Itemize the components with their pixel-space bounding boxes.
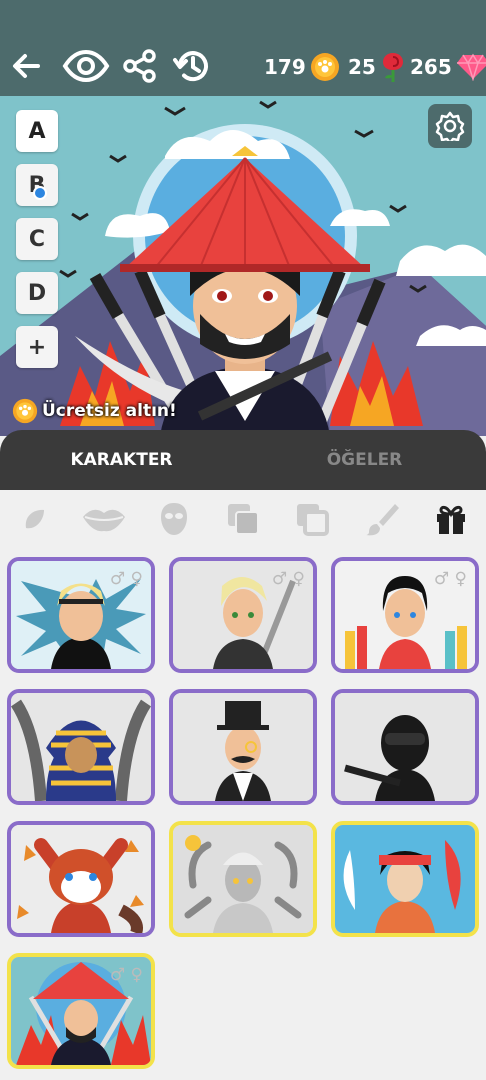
- gem-counter: 265: [410, 50, 486, 84]
- gender-icon: ♂ ♀: [109, 965, 143, 985]
- eye-icon[interactable]: [58, 42, 114, 90]
- tab-bar: KARAKTER ÖĞELER: [0, 430, 486, 490]
- free-gold-button[interactable]: Ücretsiz altın!: [12, 396, 177, 426]
- gender-icon: ♂ ♀: [433, 569, 467, 589]
- character-card-koi-geisha[interactable]: [331, 821, 479, 937]
- slot-c-button[interactable]: C: [16, 218, 58, 260]
- gear-icon: [435, 111, 465, 141]
- gender-icon: ♂ ♀: [271, 569, 305, 589]
- add-slot-button[interactable]: +: [16, 326, 58, 368]
- character-card-swat-soldier[interactable]: [331, 689, 479, 805]
- rose-icon: [382, 53, 403, 82]
- character-card-ice-spiky[interactable]: ♂ ♀: [7, 557, 155, 673]
- gem-count: 265: [410, 55, 452, 79]
- slot-b-button[interactable]: B: [16, 164, 58, 206]
- rose-count: 25: [348, 55, 376, 79]
- character-card-gentleman[interactable]: [169, 689, 317, 805]
- gem-icon: [456, 53, 486, 81]
- character-card-red-panda[interactable]: [7, 821, 155, 937]
- coin-count: 179: [264, 55, 306, 79]
- coin-icon: [12, 398, 38, 424]
- character-preview: [0, 96, 486, 436]
- brush-icon[interactable]: [359, 496, 405, 542]
- character-card-blonde-swordsman[interactable]: ♂ ♀: [169, 557, 317, 673]
- character-card-black-hair-kid[interactable]: ♂ ♀: [331, 557, 479, 673]
- share-icon[interactable]: [116, 42, 164, 90]
- layers-icon[interactable]: [220, 496, 266, 542]
- coin-icon: [310, 53, 339, 81]
- character-card-ronin[interactable]: ♂ ♀: [7, 953, 155, 1069]
- history-icon[interactable]: [168, 42, 216, 90]
- tab-items[interactable]: ÖĞELER: [243, 430, 486, 490]
- category-bar: [0, 490, 486, 548]
- coin-counter: 179: [264, 50, 340, 84]
- lips-icon[interactable]: [81, 496, 127, 542]
- slot-d-button[interactable]: D: [16, 272, 58, 314]
- gender-icon: ♂ ♀: [109, 569, 143, 589]
- character-card-cyborg[interactable]: [169, 821, 317, 937]
- gift-icon[interactable]: [428, 496, 474, 542]
- skin-icon[interactable]: [12, 496, 58, 542]
- character-card-pharaoh[interactable]: [7, 689, 155, 805]
- free-gold-label: Ücretsiz altın!: [42, 401, 177, 421]
- tab-character[interactable]: KARAKTER: [0, 430, 243, 490]
- slot-a-button[interactable]: A: [16, 110, 58, 152]
- back-arrow-icon[interactable]: [2, 42, 50, 90]
- settings-button[interactable]: [428, 104, 472, 148]
- selected-dot-icon: [33, 186, 47, 200]
- hero-illustration: [0, 100, 486, 436]
- top-bar: 179 25 265: [0, 0, 486, 96]
- copy-icon[interactable]: [289, 496, 335, 542]
- mask-icon[interactable]: [151, 496, 197, 542]
- rose-counter: 25: [348, 50, 406, 84]
